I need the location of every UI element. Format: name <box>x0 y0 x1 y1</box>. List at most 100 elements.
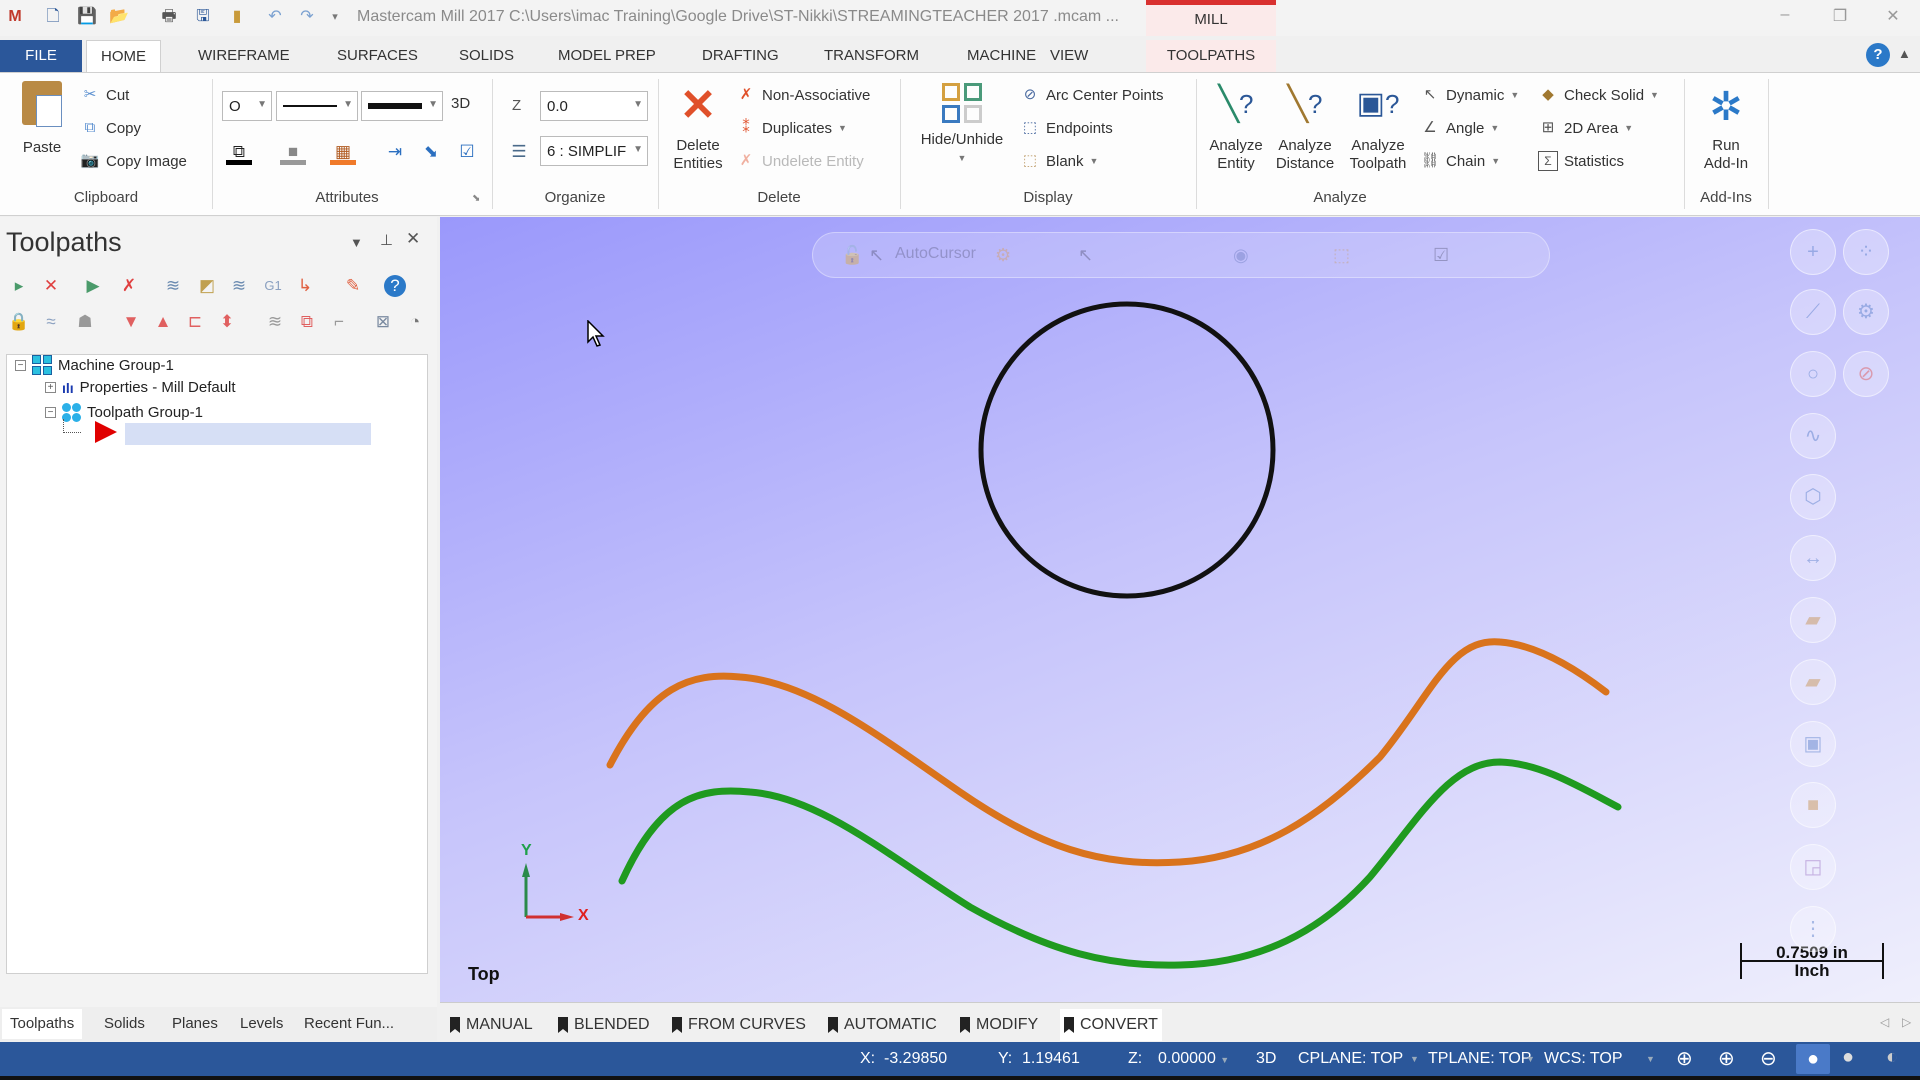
help-icon[interactable]: ? <box>1866 43 1890 67</box>
restore-button[interactable]: ❐ <box>1820 6 1860 30</box>
scroll-left-icon[interactable]: ◁ <box>1880 1015 1889 1029</box>
duplicates-button[interactable]: ⁑ Duplicates ▼ <box>736 118 847 138</box>
level-select[interactable]: 6 : SIMPLIF ▼ <box>540 136 648 166</box>
lock-icon[interactable]: 🔒 <box>6 309 32 335</box>
check-solid-button[interactable]: ◆ Check Solid ▼ <box>1538 85 1659 105</box>
lock-icon[interactable]: 🔓 <box>841 245 863 266</box>
levels-icon[interactable]: ☰ <box>506 139 532 165</box>
simulate-icon[interactable]: ≋ <box>226 273 252 299</box>
close-button[interactable]: ✕ <box>1873 6 1913 30</box>
toolpath-stock-icon[interactable]: ⧉ <box>294 309 320 335</box>
manager-tab-toolpaths[interactable]: Toolpaths <box>2 1009 83 1039</box>
tab-surfaces[interactable]: SURFACES <box>323 40 432 72</box>
solid-select-icon[interactable]: ◉ <box>1233 245 1249 266</box>
move-down-icon[interactable]: ▼ <box>118 309 144 335</box>
panel-menu-icon[interactable]: ▼ <box>350 235 363 250</box>
gview-tab-convert[interactable]: CONVERT <box>1060 1009 1162 1041</box>
radial-spline-icon[interactable]: ∿ <box>1790 413 1836 459</box>
line-style-select[interactable]: ▼ <box>276 91 358 121</box>
wcs-status[interactable]: WCS: TOP <box>1544 1050 1623 1068</box>
toggle-display-icon[interactable]: ≈ <box>38 309 64 335</box>
save-icon[interactable]: 💾 <box>76 6 98 28</box>
panel-close-icon[interactable]: ✕ <box>406 229 420 249</box>
z-depth-status[interactable]: 0.00000 ▼ <box>1158 1050 1229 1068</box>
tab-drafting[interactable]: DRAFTING <box>688 40 793 72</box>
select-entities-icon[interactable]: ≋ <box>262 309 288 335</box>
radial-ruler-2-icon[interactable]: ▰ <box>1790 659 1836 705</box>
insert-after-icon[interactable]: ⊏ <box>182 309 208 335</box>
upper-spline-entity[interactable] <box>606 638 1610 867</box>
undo-icon[interactable]: ↶ <box>264 6 286 28</box>
radial-attributes-icon[interactable]: ⁘ <box>1843 229 1889 275</box>
run-add-in-button[interactable]: ✲ Run Add-In <box>1690 83 1762 173</box>
tree-node-machine-group[interactable]: − Machine Group-1 <box>15 355 174 375</box>
collapse-icon[interactable]: − <box>45 407 56 418</box>
expand-icon[interactable]: + <box>45 382 56 393</box>
minimize-button[interactable]: – <box>1765 6 1805 30</box>
radial-settings-icon[interactable]: ⚙ <box>1843 289 1889 335</box>
tab-file[interactable]: FILE <box>0 40 82 72</box>
radial-cube-icon[interactable]: ⬡ <box>1790 474 1836 520</box>
insert-arrow-icon[interactable] <box>95 421 117 443</box>
collapse-ribbon-icon[interactable]: ▲ <box>1898 46 1911 61</box>
radial-more-icon[interactable]: ⋮ <box>1790 906 1836 952</box>
endpoints-button[interactable]: ⬚ Endpoints <box>1020 118 1113 138</box>
dialog-launcher-icon[interactable]: ⬊ <box>472 193 480 204</box>
move-up-icon[interactable]: ▲ <box>150 309 176 335</box>
collapse-icon[interactable]: − <box>15 359 26 371</box>
edit-icon[interactable]: ✎ <box>340 273 366 299</box>
chain-button[interactable]: ⛓ Chain ▼ <box>1420 151 1500 171</box>
gear-icon[interactable]: ⚙ <box>995 245 1011 266</box>
cut-button[interactable]: ✂ Cut <box>80 85 130 105</box>
3d-mode-toggle[interactable]: 3D <box>451 95 470 112</box>
delete-entities-button[interactable]: ✕ Delete Entities <box>666 83 730 173</box>
tab-wireframe[interactable]: WIREFRAME <box>184 40 304 72</box>
manager-tab-recent-functions[interactable]: Recent Fun... <box>296 1009 402 1039</box>
radial-ruler-icon[interactable]: ▰ <box>1790 597 1836 643</box>
set-main-attributes-icon[interactable]: ⇥ <box>382 139 408 165</box>
tab-view[interactable]: VIEW <box>1036 40 1102 72</box>
analyze-entity-button[interactable]: ╲? Analyze Entity <box>1202 79 1270 173</box>
copy-button[interactable]: ⧉ Copy <box>80 118 141 138</box>
tab-solids[interactable]: SOLIDS <box>445 40 528 72</box>
line-width-select[interactable]: ▼ <box>361 91 443 121</box>
gview-tab-automatic[interactable]: AUTOMATIC <box>824 1009 941 1041</box>
properties-folder-icon[interactable]: ▮ <box>226 6 248 28</box>
circle-entity[interactable] <box>978 301 1276 599</box>
2d-area-button[interactable]: ⊞ 2D Area ▼ <box>1538 118 1633 138</box>
tab-toolpaths[interactable]: TOOLPATHS <box>1146 40 1276 72</box>
change-attributes-icon[interactable]: ⬊ <box>418 139 444 165</box>
verify-selection-icon[interactable]: ☑ <box>1433 245 1449 266</box>
graphics-viewport[interactable]: Y X Top 0.7509 in Inch + ⁘ ⟋ ⚙ ○ ⊘ ∿ ⬡ ↔… <box>440 217 1920 1002</box>
wireframe-display-icon[interactable]: ⊕ <box>1676 1046 1693 1071</box>
radial-box-icon[interactable]: ▣ <box>1790 721 1836 767</box>
radial-circle-icon[interactable]: ○ <box>1790 351 1836 397</box>
manager-tab-solids[interactable]: Solids <box>96 1009 153 1039</box>
print-icon[interactable]: 🖶 <box>158 6 180 28</box>
save-as-icon[interactable]: 🖫 <box>192 6 214 28</box>
tool-manager-icon[interactable]: ⊠ <box>370 309 396 335</box>
radial-create-point-icon[interactable]: + <box>1790 229 1836 275</box>
surface-color-icon[interactable]: ▦ <box>330 139 356 165</box>
verify-icon[interactable]: ◩ <box>194 273 220 299</box>
scroll-right-icon[interactable]: ▷ <box>1902 1015 1911 1029</box>
radial-layers-icon[interactable]: ◲ <box>1790 844 1836 890</box>
non-associative-button[interactable]: ✗ Non-Associative <box>736 85 871 105</box>
regenerate-dirty-icon[interactable]: ✗ <box>116 273 142 299</box>
scroll-insert-icon[interactable]: ⬍ <box>214 309 240 335</box>
arc-center-points-button[interactable]: ⊘ Arc Center Points <box>1020 85 1164 105</box>
tplane-status[interactable]: TPLANE: TOP <box>1428 1050 1531 1068</box>
autocursor-label[interactable]: AutoCursor <box>895 245 976 263</box>
translucency-icon[interactable]: ◐ <box>1886 1046 1898 1069</box>
autocursor-icon[interactable]: ↖ <box>869 245 884 266</box>
window-select-icon[interactable]: ⬚ <box>1333 245 1350 266</box>
manager-tab-planes[interactable]: Planes <box>164 1009 226 1039</box>
copy-image-button[interactable]: 📷 Copy Image <box>80 151 187 171</box>
shaded-icon[interactable]: ● <box>1796 1044 1830 1074</box>
clear-color-icon[interactable]: ☑ <box>454 139 480 165</box>
deselect-all-icon[interactable]: ✕ <box>38 273 64 299</box>
z-depth-input[interactable]: 0.0 ▼ <box>540 91 648 121</box>
hide-unhide-button[interactable]: Hide/Unhide ▼ <box>910 83 1014 167</box>
blank-button[interactable]: ⬚ Blank ▼ <box>1020 151 1099 171</box>
analyze-toolpath-button[interactable]: ▣? Analyze Toolpath <box>1342 79 1414 173</box>
